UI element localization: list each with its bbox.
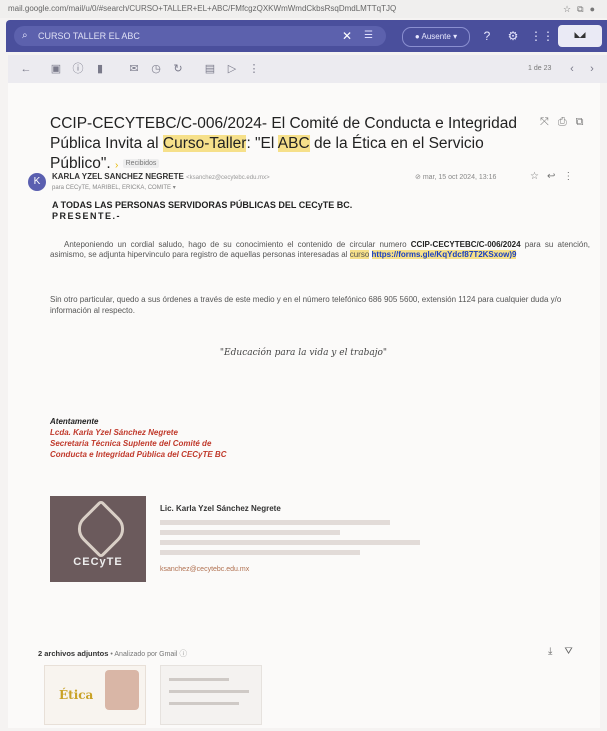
extension-icon[interactable]: ⧉ — [577, 4, 589, 14]
prev-message-icon[interactable]: ‹ — [564, 60, 580, 78]
inbox-label[interactable]: Recibidos — [122, 159, 160, 168]
snooze-icon[interactable]: ◷ — [148, 60, 164, 78]
gmail-header: ⌕ CURSO TALLER EL ABC ✕ ☰ ● Ausente ▾ ? … — [6, 20, 607, 52]
recipients[interactable]: para CECyTE, MARIBEL, ERICKA, COMITE ▾ — [52, 184, 176, 191]
next-message-icon[interactable]: › — [584, 60, 600, 78]
attachment-thumbnail[interactable]: Ética — [44, 665, 146, 725]
email-date: ⊘ mar, 15 oct 2024, 13:16 — [415, 174, 497, 181]
address-bar[interactable]: mail.google.com/mail/u/0/#search/CURSO+T… — [0, 0, 607, 18]
status-selector[interactable]: ● Ausente ▾ — [402, 27, 470, 47]
registration-link[interactable]: https://forms.gle/KqYdcf87T2KSxow)9 — [371, 250, 517, 259]
search-query: CURSO TALLER EL ABC — [38, 31, 140, 41]
important-icon[interactable]: › — [115, 160, 118, 171]
chevron-down-icon: ▾ — [171, 185, 176, 191]
more-options-icon[interactable]: ⋮ — [563, 171, 581, 182]
attachment-photo — [105, 670, 139, 710]
download-all-icon[interactable]: ⤓ — [548, 646, 564, 657]
email-subject: CCIP-CECYTEBC/C-006/2024- El Comité de C… — [50, 115, 517, 173]
open-new-window-icon[interactable]: ⧉ — [576, 116, 593, 128]
report-spam-icon[interactable]: ⓘ — [70, 60, 86, 78]
message-toolbar: ← ▣ ⓘ ▮ ✉ ◷ ↻ ▤ ▷ ⋮ 1 de 23 ‹ › — [8, 55, 607, 83]
account-logo[interactable]: ◣◢ — [558, 25, 602, 47]
apps-grid-icon[interactable]: ⋮⋮ — [530, 27, 554, 45]
signature-block: Atentamente Lcda. Karla Yzel Sánchez Neg… — [50, 417, 227, 459]
shield-check-icon: ⓘ — [179, 649, 188, 658]
card-name: Lic. Karla Yzel Sánchez Negrete — [160, 504, 281, 513]
url-text: mail.google.com/mail/u/0/#search/CURSO+T… — [8, 4, 397, 13]
settings-icon[interactable]: ⚙ — [504, 27, 522, 45]
search-options-icon[interactable]: ☰ — [364, 26, 373, 46]
avatar[interactable]: K — [28, 173, 46, 191]
sender-email: <ksanchez@cecytebc.edu.mx> — [186, 175, 270, 181]
page: mail.google.com/mail/u/0/#search/CURSO+T… — [0, 0, 607, 731]
archive-icon[interactable]: ▣ — [48, 60, 64, 78]
profile-icon[interactable]: ● — [590, 4, 601, 14]
status-dot-icon: ● — [414, 32, 422, 41]
body-paragraph-2: Sin otro particular, quedo a sus órdenes… — [50, 295, 562, 315]
card-email[interactable]: ksanchez@cecytebc.edu.mx — [160, 566, 249, 573]
more-options-icon[interactable]: ⋮ — [246, 60, 262, 78]
star-icon[interactable]: ☆ — [530, 171, 547, 182]
search-icon[interactable]: ⌕ — [22, 26, 28, 46]
save-to-drive-icon[interactable]: ⛛ — [564, 646, 584, 657]
card-blurred-line — [160, 520, 390, 525]
greeting: A TODAS LAS PERSONAS SERVIDORAS PÚBLICAS… — [52, 200, 353, 221]
attachment-clip-icon: ⊘ — [415, 174, 423, 181]
chevron-down-icon: ▾ — [450, 32, 458, 41]
collapse-icon[interactable]: ⤧ — [540, 116, 558, 128]
clear-search-icon[interactable]: ✕ — [342, 26, 352, 46]
card-blurred-line — [160, 540, 420, 545]
body-paragraph-1: Anteponiendo un cordial saludo, hago de … — [50, 240, 590, 259]
add-task-icon[interactable]: ↻ — [170, 60, 186, 78]
move-to-icon[interactable]: ▤ — [202, 60, 218, 78]
help-icon[interactable]: ? — [478, 27, 496, 45]
label-icon[interactable]: ▷ — [224, 60, 240, 78]
cecyte-emblem-icon — [71, 499, 131, 559]
back-arrow-icon[interactable]: ← — [18, 60, 34, 78]
attachments-header: 2 archivos adjuntos • Analizado por Gmai… — [38, 649, 188, 658]
reply-icon[interactable]: ↩ — [547, 171, 563, 182]
delete-icon[interactable]: ▮ — [92, 60, 108, 78]
sender-name[interactable]: KARLA YZEL SANCHEZ NEGRETE <ksanchez@cec… — [52, 172, 270, 181]
attachment-thumbnail[interactable] — [160, 665, 262, 725]
card-blurred-line — [160, 530, 340, 535]
star-icon[interactable]: ☆ — [563, 4, 577, 14]
motto: "Educación para la vida y el trabajo" — [219, 348, 388, 358]
status-label: Ausente — [421, 32, 451, 41]
card-blurred-line — [160, 550, 360, 555]
cecyte-logo: CECyTE — [50, 496, 146, 582]
print-icon[interactable]: ⎙ — [558, 116, 576, 128]
search-input[interactable]: ⌕ CURSO TALLER EL ABC ✕ ☰ — [14, 26, 386, 46]
mark-unread-icon[interactable]: ✉ — [126, 60, 142, 78]
message-count: 1 de 23 — [528, 65, 552, 72]
